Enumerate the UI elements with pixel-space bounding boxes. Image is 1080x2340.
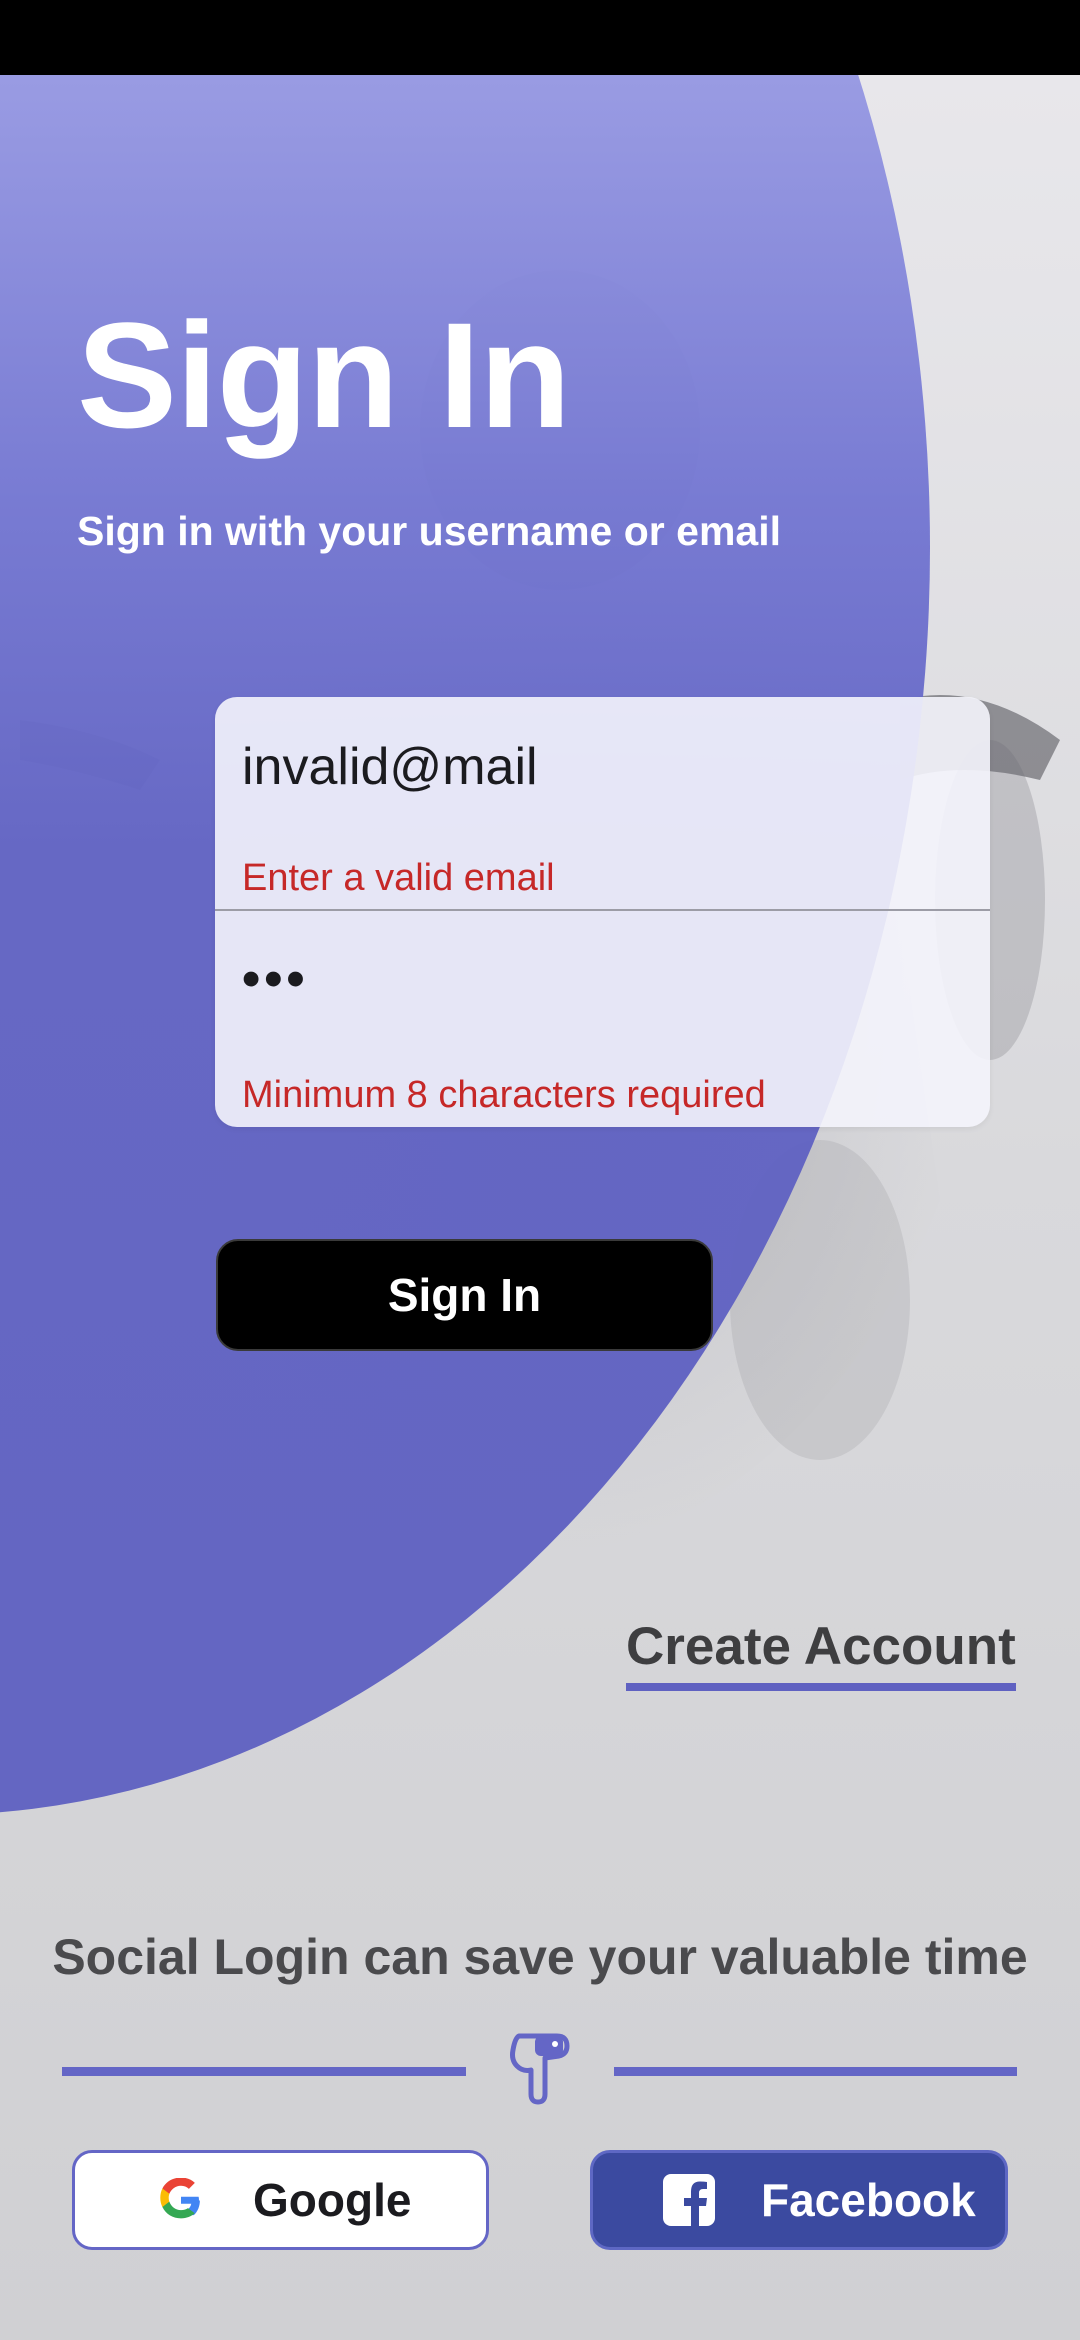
password-error-message: Minimum 8 characters required bbox=[242, 1074, 766, 1116]
divider-line-left bbox=[62, 2067, 466, 2076]
email-field-container: Enter a valid email bbox=[215, 697, 990, 911]
login-form-card: Enter a valid email ••• bbox=[215, 697, 990, 1127]
status-bar bbox=[0, 0, 1080, 75]
pointing-hand-down-icon bbox=[510, 2033, 570, 2105]
google-login-button[interactable]: Google bbox=[72, 2150, 489, 2250]
facebook-button-label: Facebook bbox=[761, 2174, 976, 2226]
email-input[interactable] bbox=[242, 737, 962, 797]
password-input[interactable]: ••• bbox=[242, 949, 962, 1009]
create-account-link[interactable]: Create Account bbox=[626, 1616, 1016, 1691]
google-button-label: Google bbox=[253, 2174, 412, 2226]
sign-in-screen: Sign In Sign in with your username or em… bbox=[0, 0, 1080, 2340]
page-subtitle: Sign in with your username or email bbox=[77, 508, 781, 554]
facebook-login-button[interactable]: Facebook bbox=[590, 2150, 1008, 2250]
social-login-prompt: Social Login can save your valuable time bbox=[52, 1929, 1028, 1985]
page-title: Sign In bbox=[77, 291, 571, 459]
facebook-icon bbox=[663, 2174, 715, 2226]
sign-in-button[interactable]: Sign In bbox=[216, 1239, 713, 1351]
divider-line-right bbox=[614, 2067, 1017, 2076]
email-error-message: Enter a valid email bbox=[242, 857, 555, 899]
google-icon bbox=[160, 2178, 200, 2219]
